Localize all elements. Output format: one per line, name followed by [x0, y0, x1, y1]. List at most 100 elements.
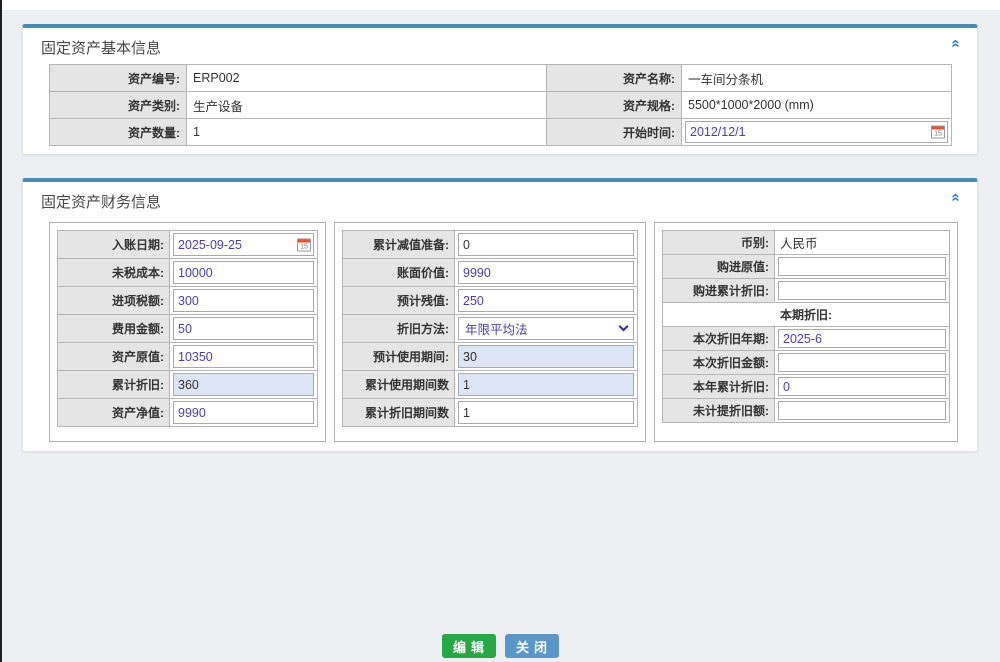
- field-row: 入账日期: 15: [57, 230, 318, 259]
- field-row: 资产净值:: [57, 398, 318, 427]
- start-date-cell: 15: [682, 119, 952, 146]
- field-row: 累计使用期间数: [342, 370, 638, 399]
- purchase-accum-depr-label: 购进累计折旧:: [663, 279, 775, 302]
- expected-periods-label: 预计使用期间:: [343, 343, 455, 370]
- window-left-edge: [0, 0, 2, 662]
- financial-group-right: 币别: 人民币 购进原值: 购进累计折旧: 本期折旧: 本次折旧年期: 本次折旧…: [654, 222, 958, 442]
- field-row: 购进累计折旧:: [662, 278, 950, 303]
- purchase-original-input[interactable]: [778, 257, 946, 276]
- currency-value: 人民币: [778, 233, 818, 252]
- field-row: 费用金额:: [57, 314, 318, 343]
- entry-date-label: 入账日期:: [58, 231, 170, 258]
- calendar-icon-top: [298, 239, 310, 242]
- depreciation-method-label: 折旧方法:: [343, 315, 455, 342]
- field-row: 资产原值:: [57, 342, 318, 371]
- field-row: 预计残值:: [342, 286, 638, 315]
- basic-section-title: 固定资产基本信息: [41, 37, 161, 58]
- table-row: 资产编号: ERP002 资产名称: 一车间分条机: [50, 65, 952, 92]
- chevron-double-up-icon: «: [949, 39, 964, 47]
- calendar-icon[interactable]: 15: [931, 126, 945, 139]
- asset-spec-value: 5500*1000*2000 (mm): [682, 92, 952, 119]
- input-tax-label: 进项税额:: [58, 287, 170, 314]
- current-depr-period-input[interactable]: [778, 329, 946, 348]
- asset-spec-label: 资产规格:: [547, 92, 682, 119]
- book-value-input[interactable]: [458, 261, 634, 284]
- calendar-icon-day: 15: [298, 243, 310, 251]
- depreciation-method-value: 年限平均法: [465, 319, 528, 338]
- field-row: 本次折旧年期:: [662, 326, 950, 351]
- impairment-reserve-input[interactable]: [458, 233, 634, 256]
- close-button[interactable]: 关闭: [505, 634, 559, 658]
- field-row: 累计减值准备:: [342, 230, 638, 259]
- top-strip: [0, 0, 1000, 10]
- currency-label: 币别:: [663, 231, 775, 254]
- field-row: 购进原值:: [662, 254, 950, 279]
- asset-code-value: ERP002: [187, 65, 547, 92]
- start-date-input[interactable]: [685, 121, 948, 143]
- financial-section-title: 固定资产财务信息: [41, 191, 161, 212]
- start-date-label: 开始时间:: [547, 119, 682, 146]
- field-row: 未计提折旧额:: [662, 398, 950, 423]
- depreciated-periods-label: 累计折旧期间数: [343, 399, 455, 426]
- current-depr-amount-input[interactable]: [778, 353, 946, 372]
- salvage-value-input[interactable]: [458, 289, 634, 312]
- original-value-label: 资产原值:: [58, 343, 170, 370]
- financial-group-middle: 累计减值准备: 账面价值: 预计残值: 折旧方法: 年限平均法 预计使用期间:: [334, 222, 646, 442]
- impairment-reserve-label: 累计减值准备:: [343, 231, 455, 258]
- basic-info-card: 固定资产基本信息 « 资产编号: ERP002 资产名称: 一车间分条机 资产类…: [22, 24, 978, 155]
- collapse-financial-button[interactable]: «: [947, 188, 965, 206]
- purchase-original-label: 购进原值:: [663, 255, 775, 278]
- asset-name-label: 资产名称:: [547, 65, 682, 92]
- accum-depreciation-label: 累计折旧:: [58, 371, 170, 398]
- asset-name-value: 一车间分条机: [682, 65, 952, 92]
- asset-quantity-label: 资产数量:: [50, 119, 187, 146]
- fee-amount-input[interactable]: [173, 317, 314, 340]
- original-value-input[interactable]: [173, 345, 314, 368]
- net-value-label: 资产净值:: [58, 399, 170, 426]
- calendar-icon-top: [932, 127, 944, 130]
- expected-periods-input[interactable]: [458, 345, 634, 368]
- field-row: 累计折旧:: [57, 370, 318, 399]
- depreciated-periods-input[interactable]: [458, 401, 634, 424]
- used-periods-input[interactable]: [458, 373, 634, 396]
- undepreciated-amount-input[interactable]: [778, 401, 946, 420]
- net-value-input[interactable]: [173, 401, 314, 424]
- chevron-down-icon: [619, 322, 629, 332]
- financial-info-card: 固定资产财务信息 « 入账日期: 15 未税成本: 进项税额:: [22, 178, 978, 452]
- depreciation-method-select[interactable]: 年限平均法: [458, 317, 634, 340]
- edit-button[interactable]: 编辑: [442, 634, 496, 658]
- field-row: 累计折旧期间数: [342, 398, 638, 427]
- field-row: 本次折旧金额:: [662, 350, 950, 375]
- ytd-accum-depr-input[interactable]: [778, 377, 946, 396]
- footer-actions: 编辑 关闭: [0, 634, 1000, 658]
- accum-depreciation-input[interactable]: [173, 373, 314, 396]
- used-periods-label: 累计使用期间数: [343, 371, 455, 398]
- field-row: 账面价值:: [342, 258, 638, 287]
- ytd-accum-depr-label: 本年累计折旧:: [663, 375, 775, 398]
- field-row: 本年累计折旧:: [662, 374, 950, 399]
- asset-quantity-value: 1: [187, 119, 547, 146]
- purchase-accum-depr-input[interactable]: [778, 281, 946, 300]
- table-row: 资产数量: 1 开始时间: 15: [50, 119, 952, 146]
- current-depreciation-header: 本期折旧:: [662, 302, 950, 327]
- untaxed-cost-input[interactable]: [173, 261, 314, 284]
- current-depr-period-label: 本次折旧年期:: [663, 327, 775, 350]
- calendar-icon[interactable]: 15: [297, 238, 311, 251]
- field-row: 未税成本:: [57, 258, 318, 287]
- current-depr-amount-label: 本次折旧金额:: [663, 351, 775, 374]
- book-value-label: 账面价值:: [343, 259, 455, 286]
- field-row: 币别: 人民币: [662, 230, 950, 255]
- asset-code-label: 资产编号:: [50, 65, 187, 92]
- asset-category-label: 资产类别:: [50, 92, 187, 119]
- basic-info-table: 资产编号: ERP002 资产名称: 一车间分条机 资产类别: 生产设备 资产规…: [49, 64, 952, 146]
- asset-category-value: 生产设备: [187, 92, 547, 119]
- entry-date-input[interactable]: [173, 233, 314, 256]
- field-row: 预计使用期间:: [342, 342, 638, 371]
- fee-amount-label: 费用金额:: [58, 315, 170, 342]
- collapse-basic-button[interactable]: «: [947, 34, 965, 52]
- untaxed-cost-label: 未税成本:: [58, 259, 170, 286]
- chevron-double-up-icon: «: [949, 193, 964, 201]
- salvage-value-label: 预计残值:: [343, 287, 455, 314]
- input-tax-input[interactable]: [173, 289, 314, 312]
- field-row: 进项税额:: [57, 286, 318, 315]
